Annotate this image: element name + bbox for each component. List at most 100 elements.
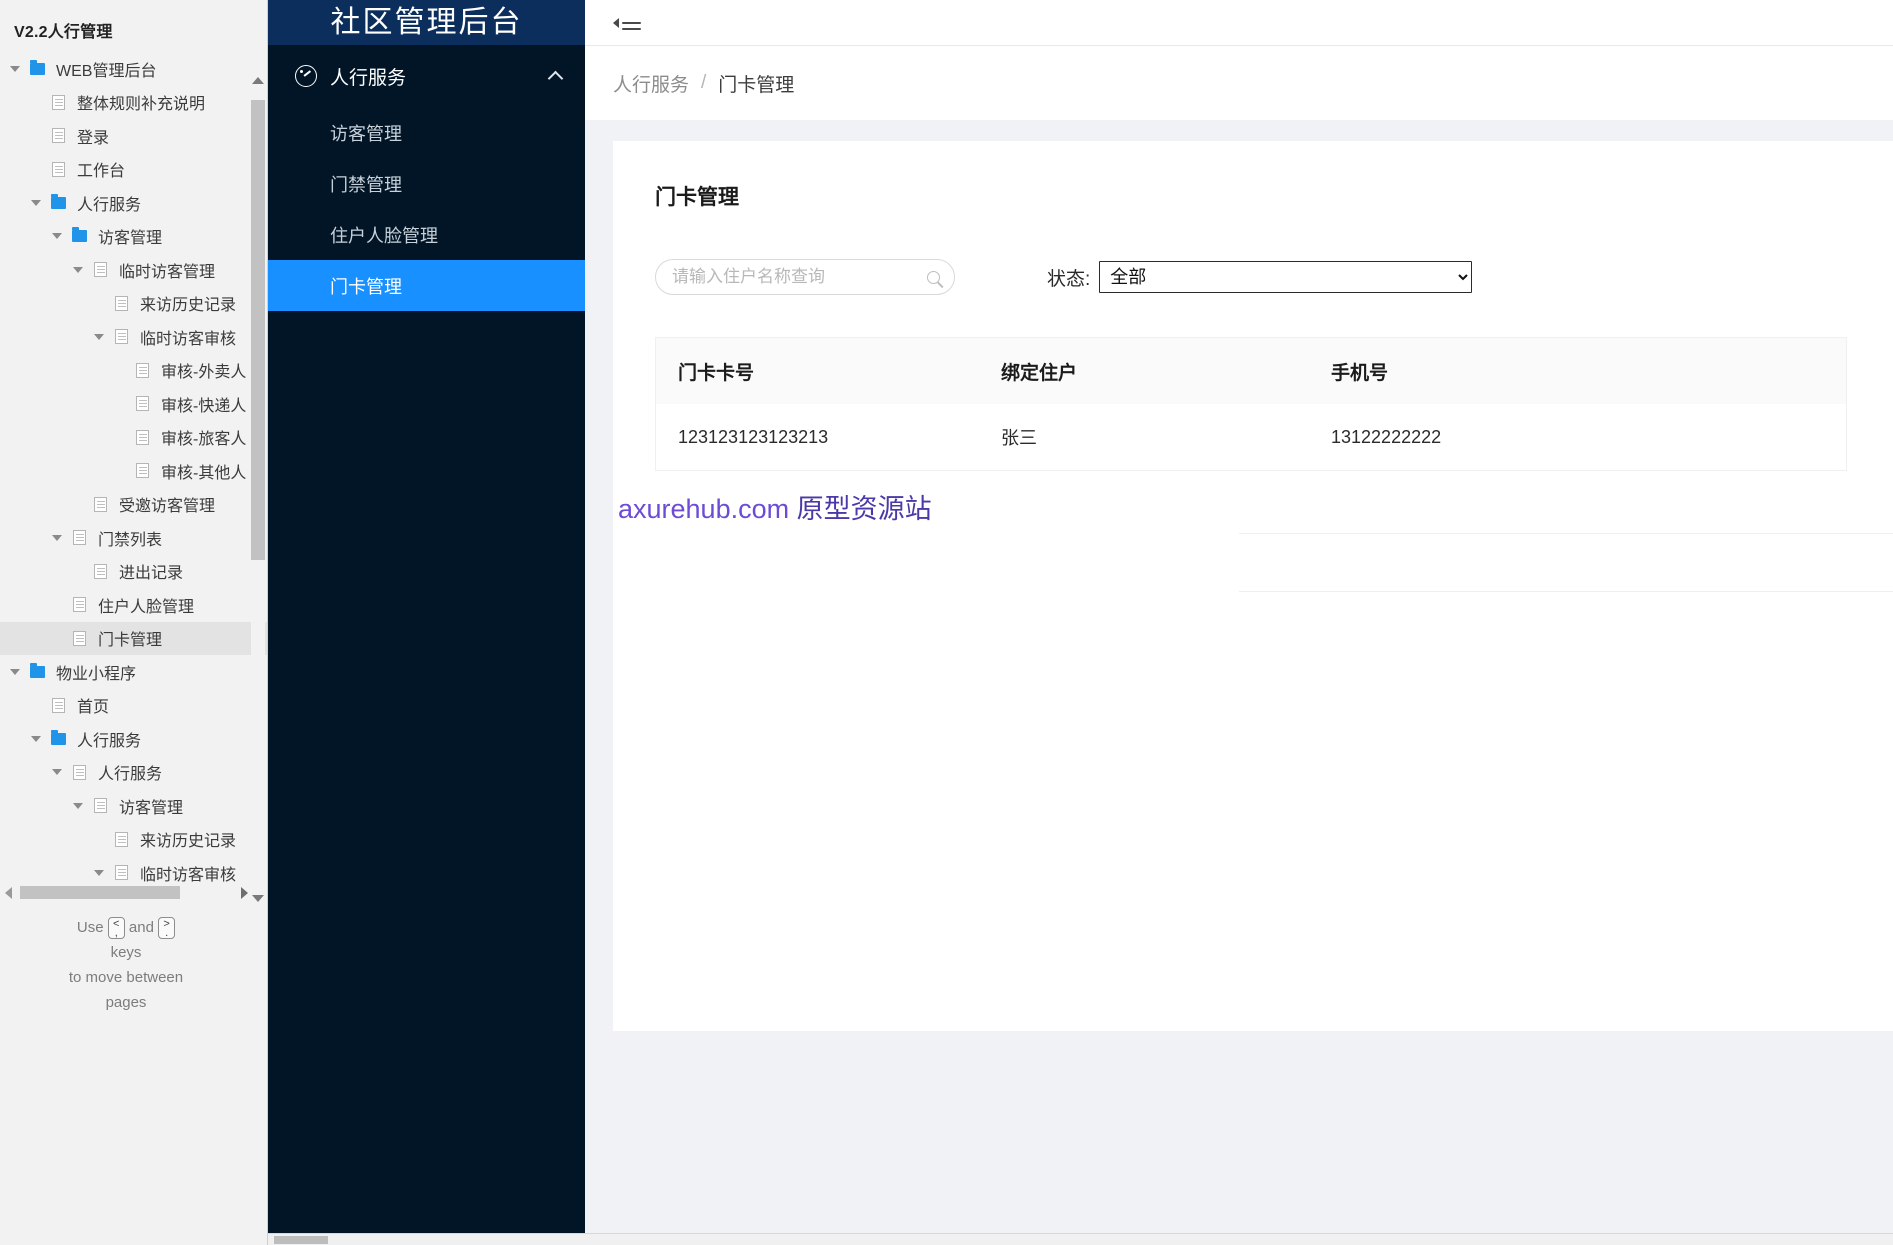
page-icon [130, 396, 154, 412]
sitemap-node[interactable]: 首页 [0, 689, 267, 723]
expand-caret-icon[interactable] [46, 233, 67, 240]
sitemap-node[interactable]: 审核-快递人 [0, 387, 267, 421]
table-column-header: 绑定住户 [1001, 362, 1078, 384]
expand-caret-icon[interactable] [67, 266, 88, 273]
sitemap-node-label: 工作台 [77, 163, 126, 181]
sitemap-node[interactable]: 审核-外卖人 [0, 354, 267, 388]
sitemap-horizontal-scroll-track[interactable] [16, 884, 236, 901]
expand-caret-icon[interactable] [25, 735, 46, 742]
table-column-header: 手机号 [1331, 362, 1389, 384]
sitemap-node-label: 审核-旅客人 [161, 431, 247, 449]
sitemap-node[interactable]: 进出记录 [0, 555, 267, 589]
sitemap-node[interactable]: 门禁列表 [0, 521, 267, 555]
folder-icon [46, 193, 70, 209]
app-sidebar-nav: 社区管理后台 人行服务 访客管理 门禁管理 住户人脸管理 门卡管理 [268, 0, 585, 1233]
sitemap-node[interactable]: 受邀访客管理 [0, 488, 267, 522]
expand-caret-icon[interactable] [4, 65, 25, 72]
sitemap-node-label: WEB管理后台 [56, 62, 157, 80]
sitemap-node[interactable]: 登录 [0, 119, 267, 153]
card-table: 门卡卡号 绑定住户 手机号 123123123123213 张三 13122222222 [655, 337, 1847, 471]
sitemap-node-label: 访客管理 [98, 230, 163, 248]
sitemap-node[interactable]: 临时访客管理 [0, 253, 267, 287]
sitemap-node[interactable]: 人行服务 [0, 186, 267, 220]
sitemap-node[interactable]: 访客管理 [0, 220, 267, 254]
expand-caret-icon[interactable] [88, 869, 109, 876]
expand-caret-icon[interactable] [88, 333, 109, 340]
menu-fold-icon[interactable] [613, 13, 641, 33]
table-column-header: 门卡卡号 [678, 362, 755, 384]
sitemap-node-label: 临时访客管理 [119, 263, 216, 281]
expand-caret-icon[interactable] [4, 668, 25, 675]
nav-item[interactable]: 访客管理 [268, 107, 585, 158]
sitemap-node-label: 人行服务 [77, 196, 142, 214]
scroll-up-arrow-icon[interactable] [251, 72, 265, 88]
hint-and-label: and [128, 919, 154, 936]
status-select[interactable]: 全部 [1099, 261, 1473, 293]
page-icon [88, 798, 112, 814]
table-row[interactable]: 123123123123213 张三 13122222222 [655, 404, 1847, 471]
page-icon [88, 496, 112, 512]
search-icon[interactable] [927, 270, 940, 284]
frame-horizontal-scrollbar[interactable] [268, 1233, 1893, 1245]
hint-line-2: keys [110, 944, 142, 961]
sitemap-node[interactable]: WEB管理后台 [0, 52, 267, 86]
page-title: 门卡管理 [655, 186, 739, 209]
page-navigation-hint: Use < , and > . keys to move between pag… [0, 915, 252, 1015]
frame-scroll-thumb[interactable] [274, 1236, 328, 1244]
sitemap-node[interactable]: 工作台 [0, 153, 267, 187]
sitemap-node[interactable]: 住户人脸管理 [0, 588, 267, 622]
expand-caret-icon[interactable] [46, 769, 67, 776]
sitemap-node[interactable]: 访客管理 [0, 789, 267, 823]
folder-icon [25, 662, 49, 678]
sitemap-horizontal-scrollbar[interactable] [0, 884, 252, 901]
nav-item[interactable]: 门禁管理 [268, 158, 585, 209]
sitemap-node-label: 人行服务 [98, 766, 163, 784]
page-icon [46, 697, 70, 713]
sitemap-node-label: 人行服务 [77, 732, 142, 750]
nav-item[interactable]: 住户人脸管理 [268, 209, 585, 260]
folder-icon [25, 59, 49, 75]
expand-caret-icon[interactable] [67, 802, 88, 809]
gauge-icon [295, 65, 317, 87]
sitemap-node[interactable]: 物业小程序 [0, 655, 267, 689]
table-header-row: 门卡卡号 绑定住户 手机号 [655, 337, 1847, 404]
sitemap-horizontal-scroll-thumb[interactable] [20, 886, 180, 899]
expand-caret-icon[interactable] [46, 534, 67, 541]
sitemap-node[interactable]: 人行服务 [0, 722, 267, 756]
chevron-up-icon[interactable] [547, 70, 564, 87]
expand-caret-icon[interactable] [25, 199, 46, 206]
page-background: 门卡管理 状态: 全部 门卡卡号 绑定住户 手机号 123123123123213 张… [585, 120, 1893, 1233]
sitemap-node[interactable]: 临时访客审核 [0, 320, 267, 354]
page-icon [46, 94, 70, 110]
nav-item-label: 门卡管理 [330, 276, 402, 297]
page-icon [109, 865, 133, 881]
breadcrumb-separator: / [701, 72, 707, 93]
sitemap-vertical-scroll-thumb[interactable] [251, 100, 265, 560]
sitemap-vertical-scrollbar[interactable] [251, 72, 265, 906]
sitemap-node[interactable]: 来访历史记录 [0, 287, 267, 321]
hint-line-3: to move between [68, 969, 184, 986]
sitemap-node-label: 来访历史记录 [140, 833, 237, 851]
page-icon [46, 128, 70, 144]
scroll-right-arrow-icon[interactable] [236, 886, 252, 899]
screen-root: V2.2人行管理 WEB管理后台 整体规则补充说明 登录 工作台 人行服务 访客管理 临时访… [0, 0, 1893, 1245]
sitemap-node[interactable]: 门卡管理 [0, 621, 267, 655]
sitemap-node-label: 首页 [77, 699, 110, 717]
scroll-left-arrow-icon[interactable] [0, 886, 16, 899]
nav-item[interactable]: 门卡管理 [268, 260, 585, 311]
nav-item-label: 访客管理 [330, 123, 402, 144]
sitemap-node-label: 审核-外卖人 [161, 364, 247, 382]
sitemap-node[interactable]: 人行服务 [0, 756, 267, 790]
search-input[interactable] [672, 267, 927, 287]
breadcrumb-root[interactable]: 人行服务 [613, 70, 689, 97]
sitemap-node[interactable]: 整体规则补充说明 [0, 86, 267, 120]
divider-upper [1239, 533, 1893, 534]
sitemap-node[interactable]: 来访历史记录 [0, 823, 267, 857]
sitemap-node[interactable]: 审核-旅客人 [0, 421, 267, 455]
search-box[interactable] [655, 259, 955, 295]
scroll-down-arrow-icon[interactable] [251, 890, 265, 906]
nav-group-pedestrian-service[interactable]: 人行服务 [268, 45, 585, 107]
sitemap-node[interactable]: 审核-其他人 [0, 454, 267, 488]
axure-sitemap-panel: V2.2人行管理 WEB管理后台 整体规则补充说明 登录 工作台 人行服务 访客管理 临时访… [0, 0, 268, 1245]
nav-group-label: 人行服务 [330, 67, 407, 89]
